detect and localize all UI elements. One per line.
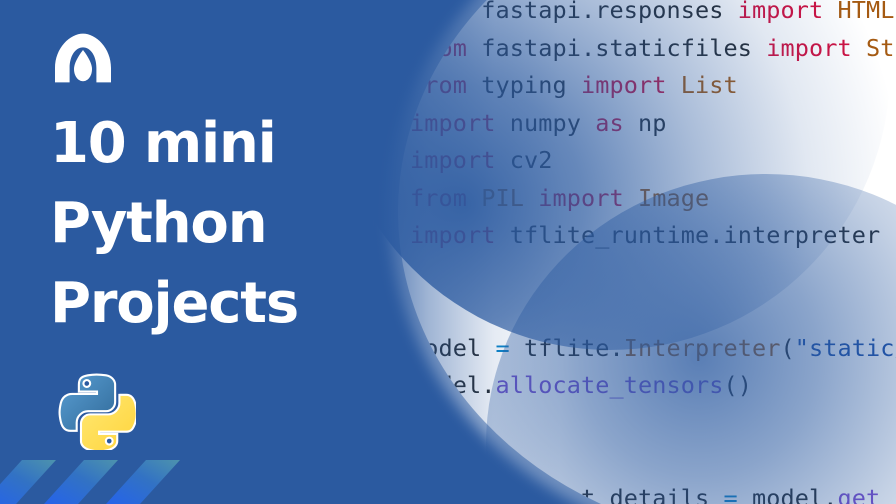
stripe-1	[0, 460, 56, 504]
thumbnail-canvas: from fastapi.responses import HTMLRespon…	[0, 0, 896, 504]
stripe-2	[44, 460, 118, 504]
code-line: model.allocate_tensors()	[410, 371, 752, 399]
decorative-stripes	[0, 452, 204, 504]
stripe-3	[106, 460, 180, 504]
appwrite-droplet-arch-icon	[52, 32, 114, 84]
code-line: import tflite_runtime.interpreter as tfl…	[410, 221, 896, 249]
title-panel: 10 mini Python Projects	[0, 0, 420, 504]
code-line: from fastapi.responses import HTMLRespon…	[410, 0, 896, 24]
python-logo-icon	[58, 372, 138, 453]
code-line: from PIL import Image	[410, 183, 710, 212]
code-line: from fastapi.staticfiles import StaticFi…	[410, 33, 896, 62]
code-circle-mask: from fastapi.responses import HTMLRespon…	[398, 0, 896, 504]
code-line: model = tflite.Interpreter("static/model…	[410, 333, 896, 362]
code-snippet: from fastapi.responses import HTMLRespon…	[410, 0, 896, 504]
title-line-1: 10 mini	[50, 111, 277, 176]
code-line: from typing import List	[410, 71, 738, 99]
title-line-2: Python	[50, 191, 268, 256]
code-line: input_details = model.get_input_details(…	[524, 483, 896, 504]
code-line: import numpy as np	[410, 108, 667, 137]
title-line-3: Projects	[50, 271, 299, 336]
page-title: 10 mini Python Projects	[50, 104, 390, 344]
code-line: import cv2	[410, 146, 553, 174]
